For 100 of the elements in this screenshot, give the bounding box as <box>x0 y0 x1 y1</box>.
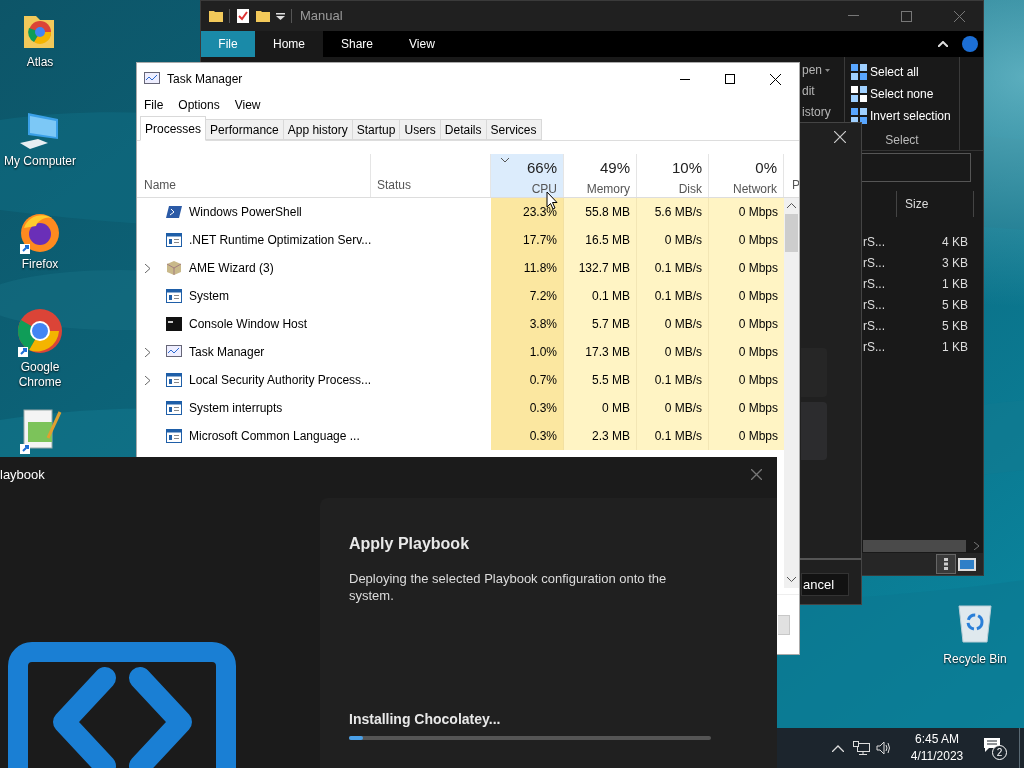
process-name[interactable]: Task Manager <box>189 343 265 361</box>
scroll-down-icon[interactable] <box>787 577 796 582</box>
ribbon-command[interactable]: Invert selection <box>851 107 959 124</box>
menu-item[interactable]: View <box>234 96 261 114</box>
tab[interactable]: Services <box>486 119 542 140</box>
table-cell-text: 0 Mbps <box>738 344 778 361</box>
file-name[interactable]: rS... <box>863 295 901 314</box>
desktop-icon-label[interactable]: My Computer <box>4 154 76 169</box>
column-header[interactable]: 0% Network <box>709 154 784 197</box>
table-cell-text: 16.5 MB <box>585 232 630 249</box>
task-manager-icon <box>144 72 160 86</box>
scrollbar[interactable] <box>784 198 799 588</box>
tab[interactable]: Processes <box>140 116 207 141</box>
clock-time[interactable]: 6:45 AM <box>915 731 959 748</box>
table-cell-text: 5.7 MB <box>592 316 630 333</box>
menu-item[interactable]: File <box>144 96 164 114</box>
column-header[interactable]: 49% Memory <box>564 154 637 197</box>
column-header[interactable]: Size <box>896 191 974 217</box>
checklist-icon[interactable] <box>236 8 250 24</box>
table-cell-text: 0.1 MB/s <box>654 288 702 305</box>
table-cell-text: 0.1 MB <box>592 288 630 305</box>
chevron-up-icon[interactable] <box>832 744 844 752</box>
details-view-icon[interactable] <box>936 554 956 574</box>
process-name[interactable]: System interrupts <box>189 399 283 417</box>
window-title: Manual <box>300 7 343 26</box>
terminal-icon <box>166 205 182 219</box>
process-name[interactable]: Windows PowerShell <box>189 203 302 221</box>
menu-item[interactable]: Options <box>178 96 220 114</box>
network-icon[interactable] <box>853 741 870 755</box>
scroll-up-icon[interactable] <box>787 203 796 208</box>
process-name[interactable]: Local Security Authority Process... <box>189 371 372 389</box>
expand-chevron-icon[interactable] <box>145 375 150 385</box>
column-label: CPU <box>531 180 557 197</box>
large-icons-view-icon[interactable] <box>958 557 976 571</box>
column-header[interactable]: Name <box>144 176 176 194</box>
process-name[interactable]: Console Window Host <box>189 315 308 333</box>
file-name[interactable]: rS... <box>863 316 901 335</box>
ribbon-tab[interactable]: View <box>391 31 453 57</box>
ribbon-group-label: Select <box>884 132 920 149</box>
table-cell-text: 0 Mbps <box>738 288 778 305</box>
folder-icon[interactable] <box>256 9 270 23</box>
folder-icon[interactable] <box>209 9 223 23</box>
usage-total: 66% <box>526 158 557 178</box>
dropdown-icon[interactable] <box>276 11 285 21</box>
close-icon[interactable] <box>770 73 781 85</box>
tab[interactable]: Users <box>400 119 441 140</box>
cancel-button[interactable]: ancel <box>801 573 849 596</box>
tab[interactable]: Performance <box>206 119 284 140</box>
table-cell-text: 0 Mbps <box>738 428 778 445</box>
ribbon-command[interactable]: dit <box>802 84 815 98</box>
column-header[interactable]: Status <box>377 176 412 194</box>
grid-icon <box>851 63 867 80</box>
expand-chevron-icon[interactable] <box>145 263 150 273</box>
ribbon-command[interactable]: Select all <box>851 63 959 80</box>
ribbon-tab[interactable]: Share <box>323 31 392 57</box>
tab[interactable]: Details <box>440 119 487 140</box>
column-header[interactable]: P <box>792 176 799 194</box>
process-name[interactable]: Microsoft Common Language ... <box>189 427 360 445</box>
console-icon <box>166 317 182 331</box>
ribbon-tab[interactable]: Home <box>255 31 323 57</box>
process-name[interactable]: .NET Runtime Optimization Serv... <box>189 231 372 249</box>
column-header[interactable]: 10% Disk <box>637 154 709 197</box>
file-size: 1 KB <box>941 338 968 356</box>
table-cell-text: 0.1 MB/s <box>654 372 702 389</box>
file-name[interactable]: rS... <box>863 253 901 272</box>
scroll-right-icon[interactable] <box>974 542 979 550</box>
file-name[interactable]: rS... <box>863 337 901 356</box>
volume-icon[interactable] <box>876 741 891 755</box>
tab[interactable]: Startup <box>352 119 401 140</box>
caret-icon <box>825 68 831 72</box>
help-icon[interactable] <box>962 36 978 52</box>
tab[interactable]: App history <box>283 119 353 140</box>
table-cell-text: 0 Mbps <box>738 260 778 277</box>
file-name[interactable]: rS... <box>863 232 901 251</box>
table-cell-text: 5.5 MB <box>592 372 630 389</box>
clock-date[interactable]: 4/11/2023 <box>910 748 964 765</box>
scrollbar-thumb[interactable] <box>785 214 798 252</box>
task-manager-icon <box>166 345 182 359</box>
collapse-ribbon-icon[interactable] <box>938 41 948 47</box>
expand-chevron-icon[interactable] <box>145 347 150 357</box>
ribbon-tab[interactable]: File <box>201 31 255 57</box>
ribbon-command[interactable]: istory <box>802 105 831 119</box>
search-field[interactable] <box>861 153 971 182</box>
scrollbar-thumb[interactable] <box>863 540 966 552</box>
maximize-icon[interactable] <box>725 74 735 84</box>
table-cell-text: 0 MB/s <box>664 400 702 417</box>
table-cell-text: 17.3 MB <box>585 344 630 361</box>
desktop-icon-label[interactable]: Atlas <box>26 55 54 70</box>
file-name[interactable]: rS... <box>863 274 901 293</box>
desktop-icon-label[interactable]: Recycle Bin <box>943 650 1007 668</box>
notepad-icon[interactable] <box>18 408 62 454</box>
ribbon-command[interactable]: Select none <box>851 85 959 102</box>
minimize-icon[interactable] <box>680 78 690 80</box>
ribbon-command[interactable]: pen <box>802 63 823 77</box>
desktop-icon-label[interactable]: Firefox <box>21 257 59 272</box>
process-name[interactable]: System <box>189 287 229 305</box>
desktop-icon-label[interactable]: Google Chrome <box>0 360 80 390</box>
column-header[interactable]: 66% CPU <box>491 154 564 197</box>
process-name[interactable]: AME Wizard (3) <box>189 259 274 277</box>
panel-description: Deploying the selected Playbook configuration onto the system. <box>349 570 668 604</box>
